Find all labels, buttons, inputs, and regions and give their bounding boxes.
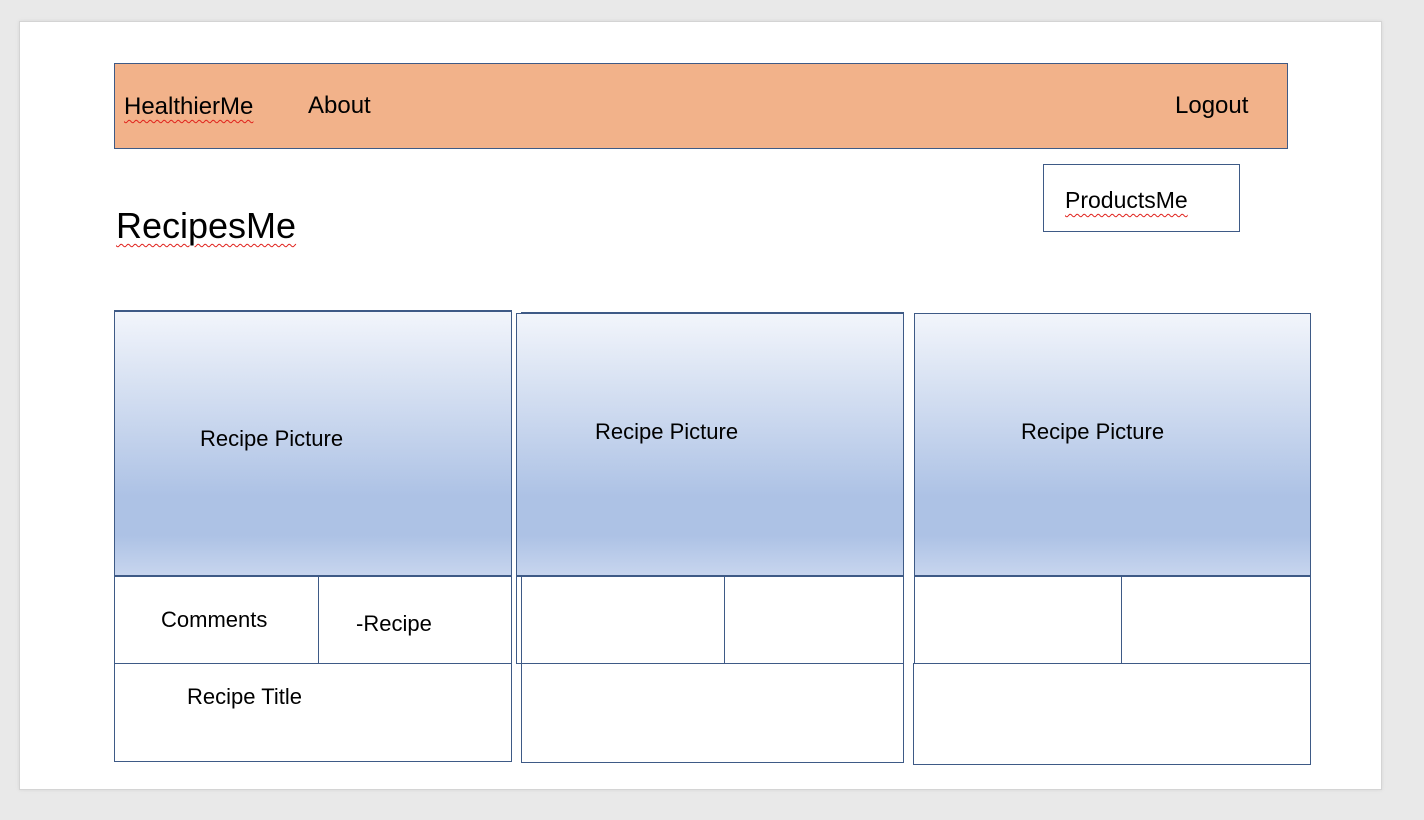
card-top-rule [114, 310, 512, 312]
recipe-picture-label: Recipe Picture [1021, 419, 1165, 444]
recipe-title-box-3 [913, 663, 1311, 765]
comments-cell-2[interactable] [516, 576, 725, 664]
comments-cell-1[interactable]: Comments [114, 576, 319, 664]
recipe-picture-label: Recipe Picture [200, 426, 344, 451]
navbar: HealthierMe About Logout [114, 63, 1288, 149]
card-top-rule [521, 312, 904, 314]
comments-cell-3[interactable] [914, 576, 1122, 664]
page-title: RecipesMe [116, 205, 297, 246]
recipe-cell-2[interactable] [724, 576, 904, 664]
recipe-cell-1[interactable]: -Recipe [318, 576, 512, 664]
comments-label: Comments [161, 607, 268, 632]
recipe-picture-3[interactable]: Recipe Picture [914, 313, 1311, 576]
cell-divider [521, 576, 522, 664]
recipe-picture-label: Recipe Picture [595, 419, 739, 444]
about-link[interactable]: About [308, 94, 371, 118]
recipe-picture-1[interactable]: Recipe Picture [114, 311, 512, 576]
recipe-picture-2[interactable]: Recipe Picture [516, 313, 904, 576]
recipe-cell-3[interactable] [1121, 576, 1311, 664]
logout-link[interactable]: Logout [1175, 94, 1248, 118]
recipe-title-box-2 [521, 663, 904, 763]
products-link[interactable]: ProductsMe [1065, 189, 1188, 212]
recipe-link-label: -Recipe [356, 611, 432, 636]
products-link-box[interactable]: ProductsMe [1043, 164, 1240, 232]
recipe-title-box-1: Recipe Title [114, 663, 512, 762]
brand-link[interactable]: HealthierMe [124, 95, 253, 119]
recipe-title-label: Recipe Title [187, 684, 302, 709]
